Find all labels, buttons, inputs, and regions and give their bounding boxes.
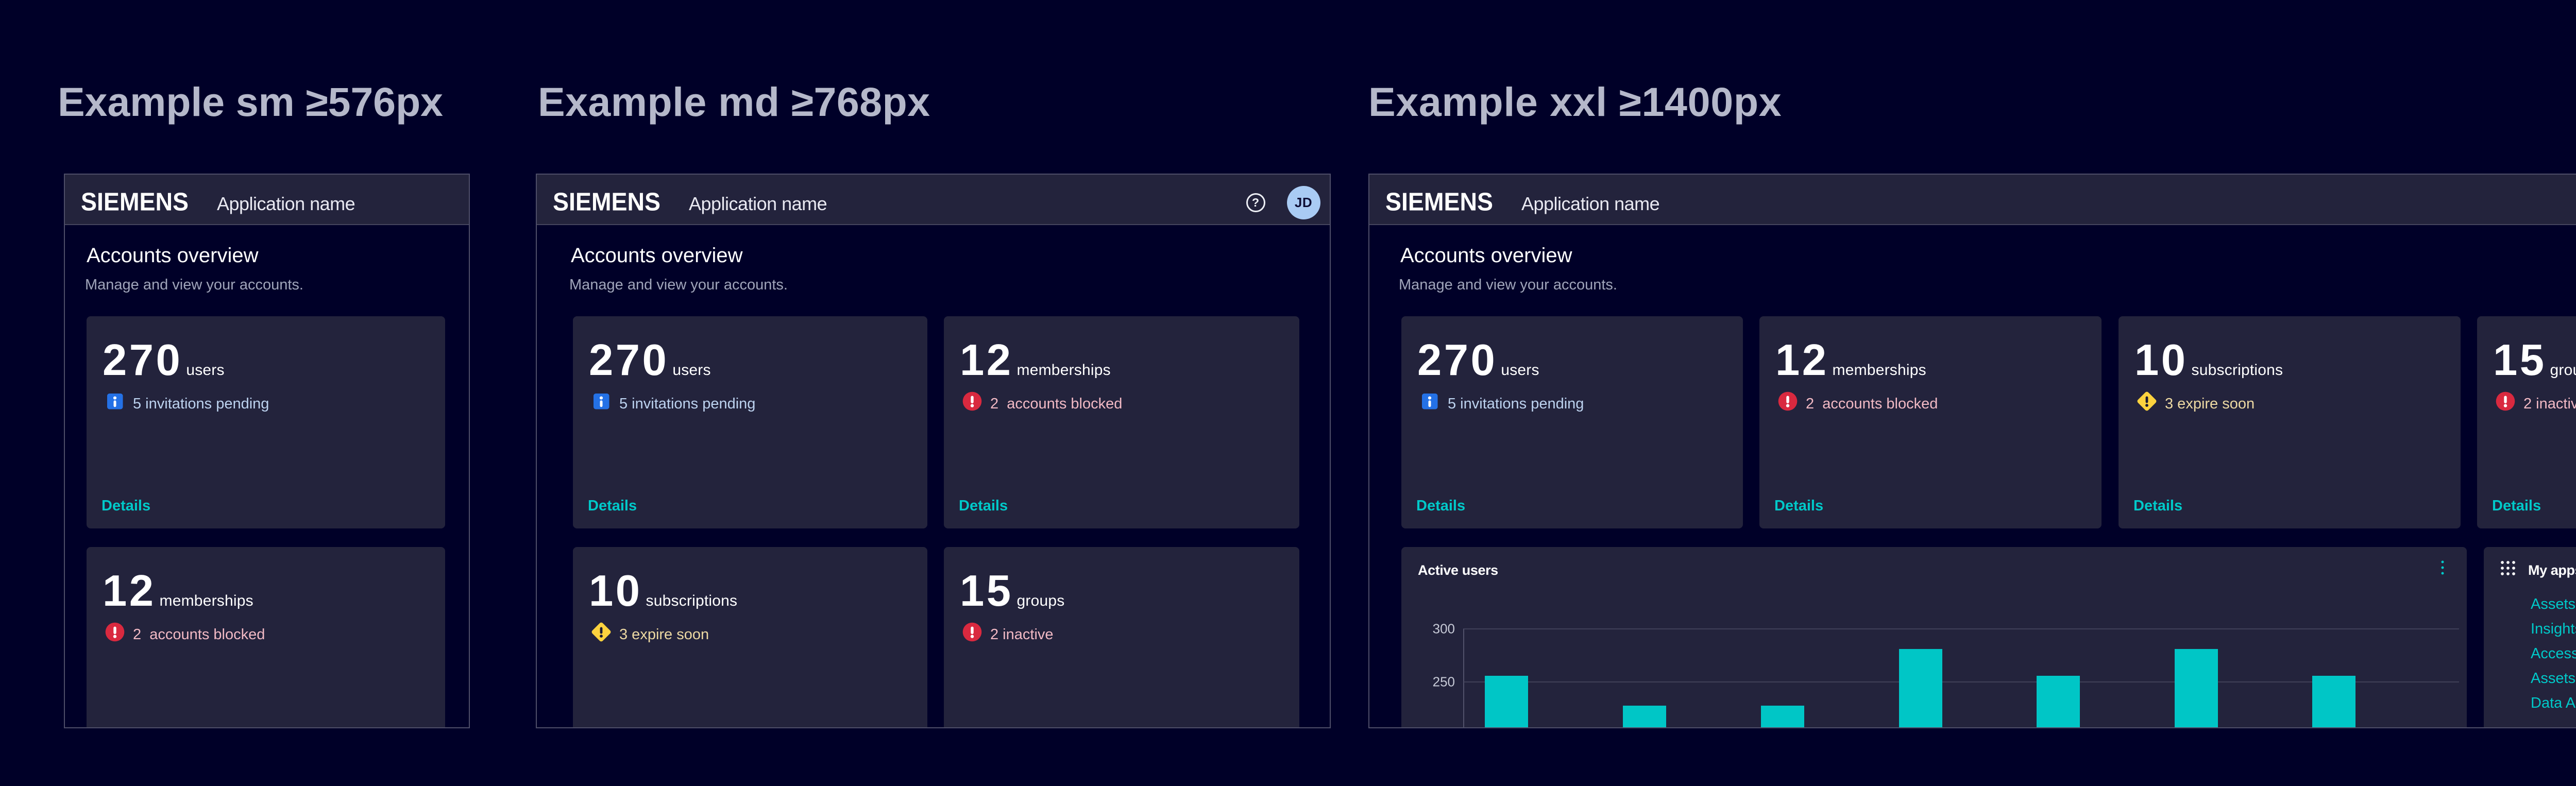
svg-text:250: 250 [1433, 674, 1455, 690]
svg-text:SIEMENS: SIEMENS [81, 189, 189, 216]
svg-text:300: 300 [1433, 621, 1455, 637]
svg-text:SIEMENS: SIEMENS [1385, 189, 1493, 216]
svg-text:SIEMENS: SIEMENS [553, 189, 660, 216]
